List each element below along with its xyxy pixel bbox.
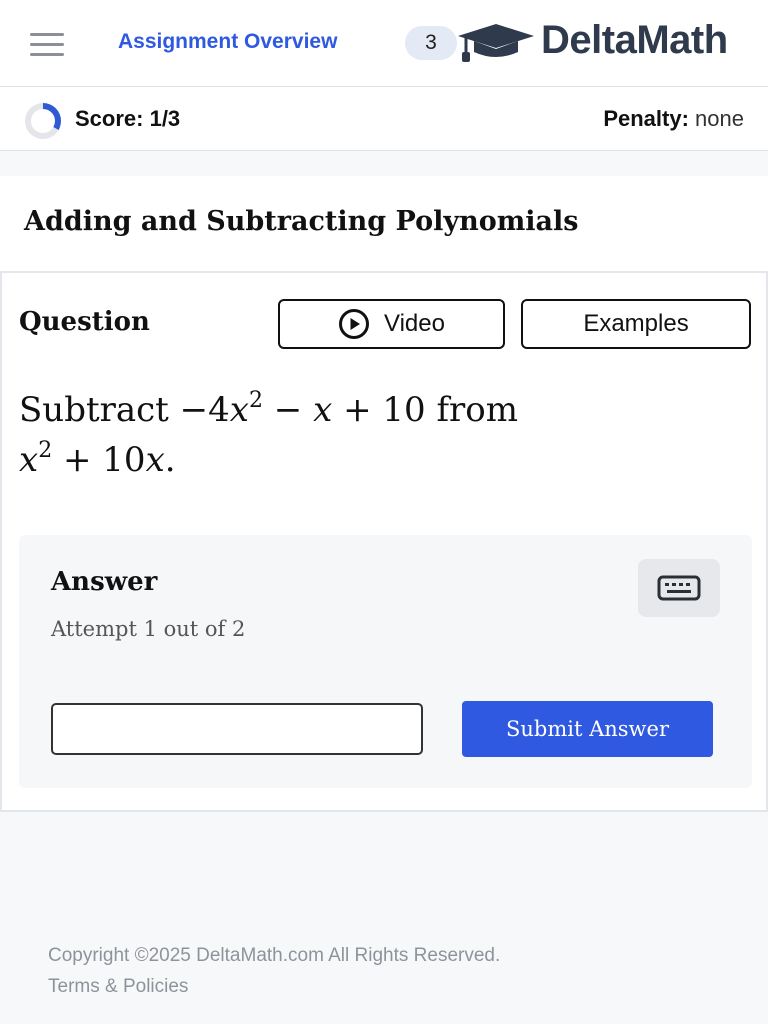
copyright-text: Copyright ©2025 DeltaMath.com All Rights… — [48, 945, 501, 966]
problem-prompt: Subtract −4x2 − x + 10 from x2 + 10x. — [19, 388, 519, 481]
hamburger-menu-icon[interactable] — [30, 33, 64, 57]
play-circle-icon — [339, 309, 370, 339]
footer: Copyright ©2025 DeltaMath.com All Rights… — [48, 940, 500, 1002]
top-navbar: Assignment Overview 3 DeltaMath — [0, 0, 768, 87]
progress-ring-icon — [25, 103, 61, 139]
problem-title-area: Adding and Subtracting Polynomials — [0, 176, 768, 271]
penalty-value: none — [695, 106, 744, 131]
question-heading: Question — [19, 307, 150, 337]
assignment-count-badge: 3 — [405, 26, 457, 60]
video-button[interactable]: Video — [278, 299, 505, 349]
keyboard-toggle-button[interactable] — [638, 559, 720, 617]
examples-button-label: Examples — [583, 310, 689, 337]
graduation-cap-icon — [458, 24, 534, 62]
examples-button[interactable]: Examples — [521, 299, 751, 349]
keyboard-icon — [657, 575, 701, 601]
terms-policies-link[interactable]: Terms & Policies — [48, 976, 188, 997]
problem-title: Adding and Subtracting Polynomials — [24, 206, 579, 237]
score-bar: Score: 1/3 Penalty: none — [0, 87, 768, 151]
submit-answer-button[interactable]: Submit Answer — [462, 701, 713, 757]
answer-input[interactable] — [51, 703, 423, 755]
attempt-counter: Attempt 1 out of 2 — [51, 617, 246, 641]
deltamath-logo[interactable]: DeltaMath — [541, 18, 728, 63]
answer-heading: Answer — [51, 567, 158, 597]
video-button-label: Video — [384, 310, 445, 337]
answer-panel: Answer Attempt 1 out of 2 Submit Answer — [19, 535, 752, 788]
assignment-overview-link[interactable]: Assignment Overview — [118, 30, 337, 54]
score-text: Score: 1/3 — [75, 106, 181, 131]
penalty-label: Penalty: — [603, 106, 689, 131]
question-card: Question Video Examples Subtract −4x2 − … — [0, 271, 768, 812]
penalty-text: Penalty: none — [603, 106, 744, 132]
